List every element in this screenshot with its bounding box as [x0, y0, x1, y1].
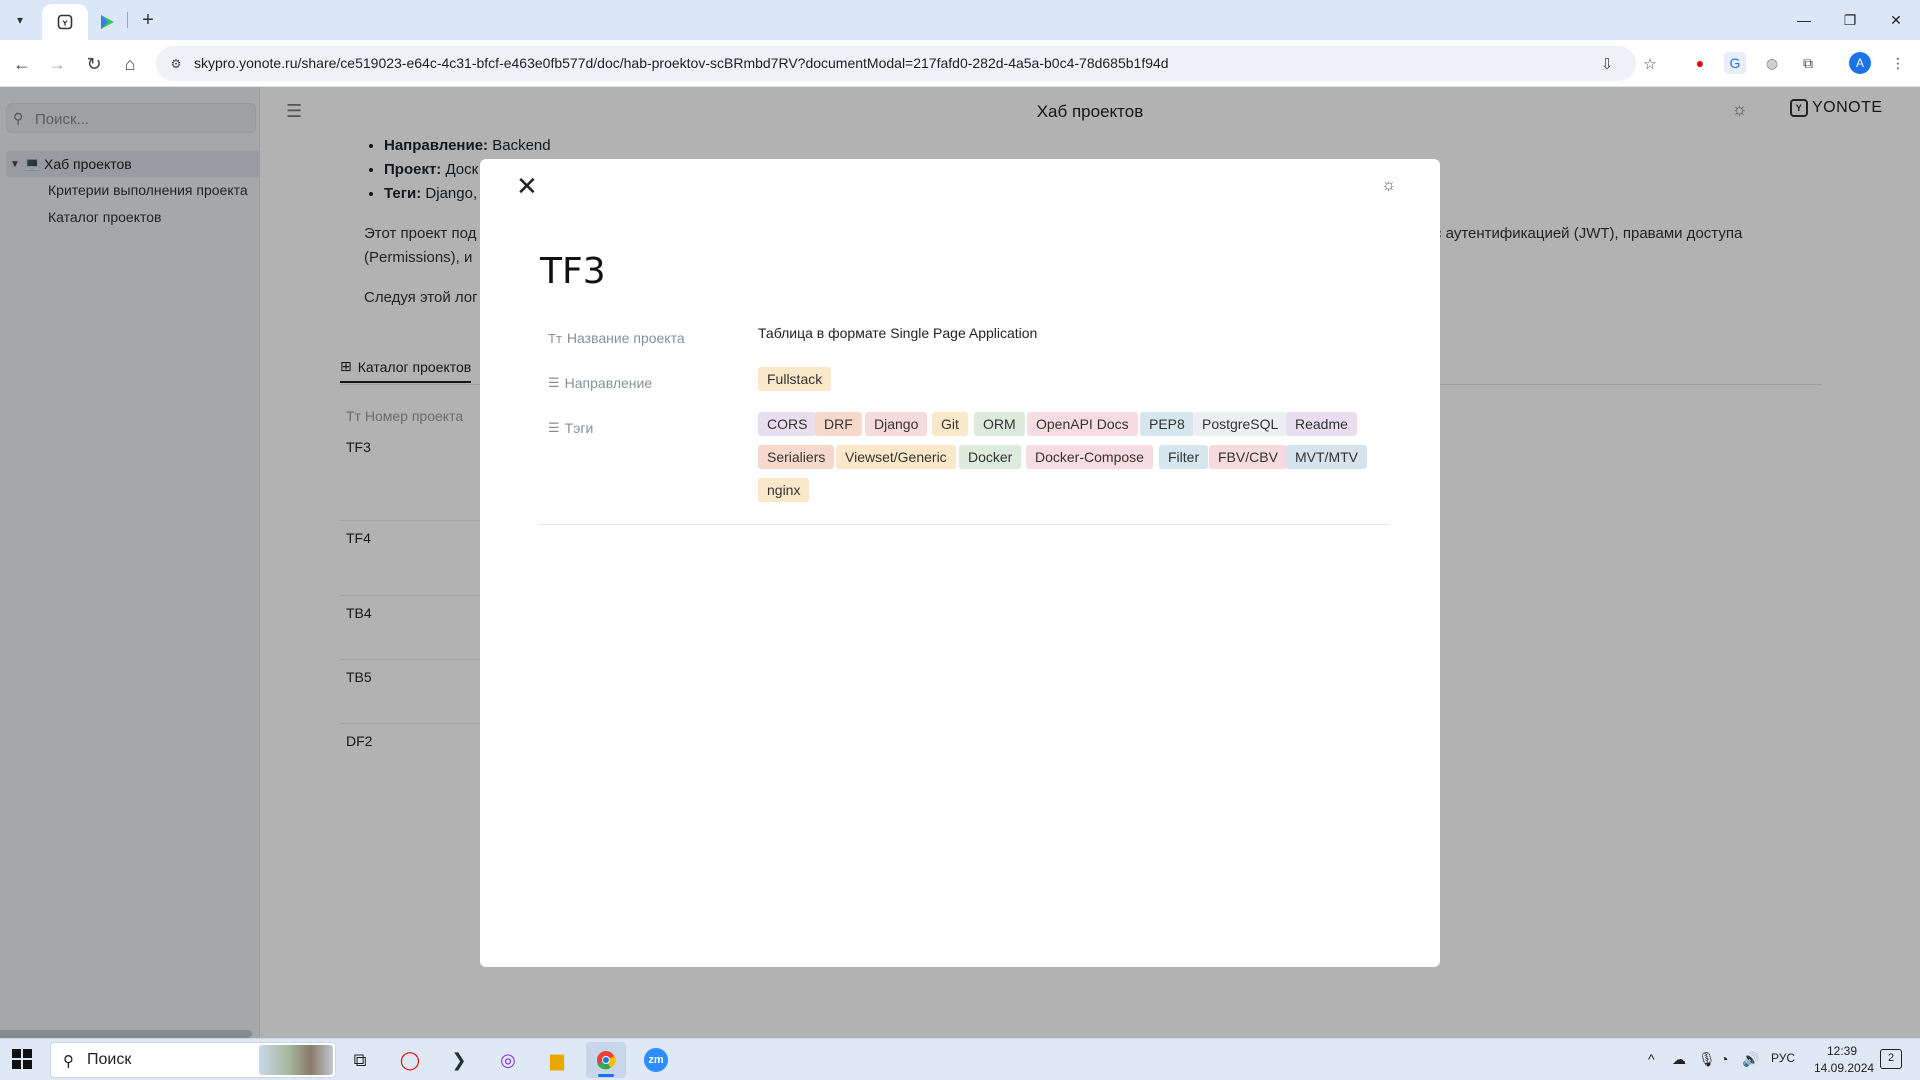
tag-chip[interactable]: PostgreSQL: [1193, 412, 1288, 436]
yonote-tab-icon: Y: [57, 14, 73, 30]
property-label-direction: ☰ Направление: [548, 375, 653, 391]
tab-separator: [127, 12, 128, 28]
reload-icon[interactable]: ↻: [81, 51, 107, 77]
close-icon[interactable]: ✕: [516, 173, 538, 199]
taskbar-search[interactable]: ⚲: [50, 1042, 336, 1078]
windows-taskbar: ⚲ ⧉ ◯ ❯ ◎ ▆ zm ^ ☁ 🎙 ◔ 🔊 РУС 12:39 14.09…: [0, 1038, 1920, 1080]
close-window-icon[interactable]: ✕: [1878, 6, 1914, 34]
taskbar-search-input[interactable]: [87, 1051, 287, 1069]
clock-time: 12:39: [1826, 1044, 1858, 1058]
svg-text:Y: Y: [61, 20, 68, 28]
tag-chip[interactable]: PEP8: [1140, 412, 1194, 436]
tag-chip[interactable]: FBV/CBV: [1209, 445, 1287, 469]
home-icon[interactable]: ⌂: [117, 51, 143, 77]
restore-icon[interactable]: ❐: [1832, 6, 1868, 34]
wifi-icon[interactable]: ◔: [1720, 1051, 1728, 1067]
search-icon: ⚲: [63, 1053, 74, 1070]
volume-icon[interactable]: 🔊: [1742, 1051, 1759, 1068]
tag-chip[interactable]: nginx: [758, 478, 810, 502]
tag-chip[interactable]: Docker-Compose: [1026, 445, 1153, 469]
back-icon[interactable]: ←: [9, 51, 35, 77]
url-text[interactable]: skypro.yonote.ru/share/ce519023-e64c-4c3…: [194, 55, 1169, 71]
clock-date: 14.09.2024: [1814, 1061, 1875, 1075]
site-info-icon[interactable]: ⚙: [166, 54, 186, 74]
browser-tab-yonote[interactable]: Y: [42, 4, 88, 40]
browser-toolbar: ← → ↻ ⌂ ⚙ skypro.yonote.ru/share/ce51902…: [0, 40, 1920, 87]
theme-toggle-icon[interactable]: ☼: [1381, 175, 1397, 195]
list-type-icon: ☰: [548, 375, 560, 390]
menu-dots-icon[interactable]: ⋮: [1887, 52, 1909, 74]
tag-chip[interactable]: ORM: [974, 412, 1025, 436]
vpn-icon[interactable]: ◍: [1761, 52, 1783, 74]
windows-start-icon[interactable]: [12, 1049, 32, 1075]
cloud-icon[interactable]: ☁: [1672, 1051, 1686, 1068]
list-type-icon: ☰: [548, 420, 560, 435]
tag-chip[interactable]: Serialiers: [758, 445, 835, 469]
tag-chip[interactable]: Git: [932, 412, 968, 436]
active-indicator: [598, 1074, 614, 1077]
chrome-app-icon[interactable]: [586, 1042, 626, 1078]
property-value-name[interactable]: Таблица в формате Single Page Applicatio…: [758, 325, 1037, 341]
tag-chip[interactable]: CORS: [758, 412, 817, 436]
property-label-name: Tт Название проекта: [548, 330, 685, 346]
direction-tag[interactable]: Fullstack: [758, 367, 832, 391]
tag-chip[interactable]: Viewset/Generic: [836, 445, 956, 469]
extensions-icon[interactable]: ⧉: [1797, 52, 1819, 74]
tag-chip[interactable]: Filter: [1159, 445, 1209, 469]
task-view-icon[interactable]: ⧉: [340, 1042, 380, 1078]
new-tab-button[interactable]: +: [136, 8, 160, 32]
tag-chip[interactable]: Readme: [1286, 412, 1357, 436]
tag-chip[interactable]: Docker: [959, 445, 1022, 469]
address-bar[interactable]: ⚙ skypro.yonote.ru/share/ce519023-e64c-4…: [156, 46, 1657, 81]
bookmark-star-icon[interactable]: ☆: [1639, 53, 1661, 75]
media-tab-icon: [101, 15, 114, 29]
tag-chip[interactable]: OpenAPI Docs: [1027, 412, 1138, 436]
modal-title: TF3: [540, 251, 606, 292]
tag-chip[interactable]: Django: [865, 412, 928, 436]
install-icon[interactable]: ⇩: [1596, 53, 1618, 75]
translate-icon[interactable]: G: [1724, 52, 1746, 74]
browser-tab-media[interactable]: [92, 4, 122, 40]
property-label-tags: ☰ Тэги: [548, 420, 594, 436]
clock[interactable]: 12:39 14.09.2024: [1814, 1043, 1875, 1077]
opera-app-icon[interactable]: ◯: [390, 1042, 430, 1078]
minimize-icon[interactable]: —: [1786, 6, 1822, 34]
search-highlight-image: [259, 1045, 333, 1075]
microphone-icon[interactable]: 🎙: [1698, 1051, 1716, 1068]
language-indicator[interactable]: РУС: [1771, 1051, 1795, 1065]
tag-chip[interactable]: DRF: [815, 412, 862, 436]
tag-chip[interactable]: MVT/MTV: [1286, 445, 1367, 469]
notifications-icon[interactable]: 2: [1880, 1049, 1902, 1069]
terminal-app-icon[interactable]: ❯: [439, 1042, 479, 1078]
profile-avatar[interactable]: A: [1849, 52, 1871, 74]
zoom-app-icon[interactable]: zm: [636, 1042, 676, 1078]
text-type-icon: Tт: [548, 330, 562, 346]
browser-tab-strip: ▾ Y + — ❐ ✕: [0, 0, 1920, 40]
file-explorer-icon[interactable]: ▆: [537, 1042, 577, 1078]
forward-icon[interactable]: →: [44, 51, 70, 77]
tray-chevron-icon[interactable]: ^: [1648, 1051, 1655, 1067]
instagram-app-icon[interactable]: ◎: [488, 1042, 528, 1078]
divider: [540, 524, 1388, 525]
opera-icon[interactable]: ●: [1689, 52, 1711, 74]
tab-list-icon[interactable]: ▾: [8, 8, 32, 32]
document-modal: ✕ ☼ TF3 Tт Название проекта Таблица в фо…: [480, 159, 1440, 967]
